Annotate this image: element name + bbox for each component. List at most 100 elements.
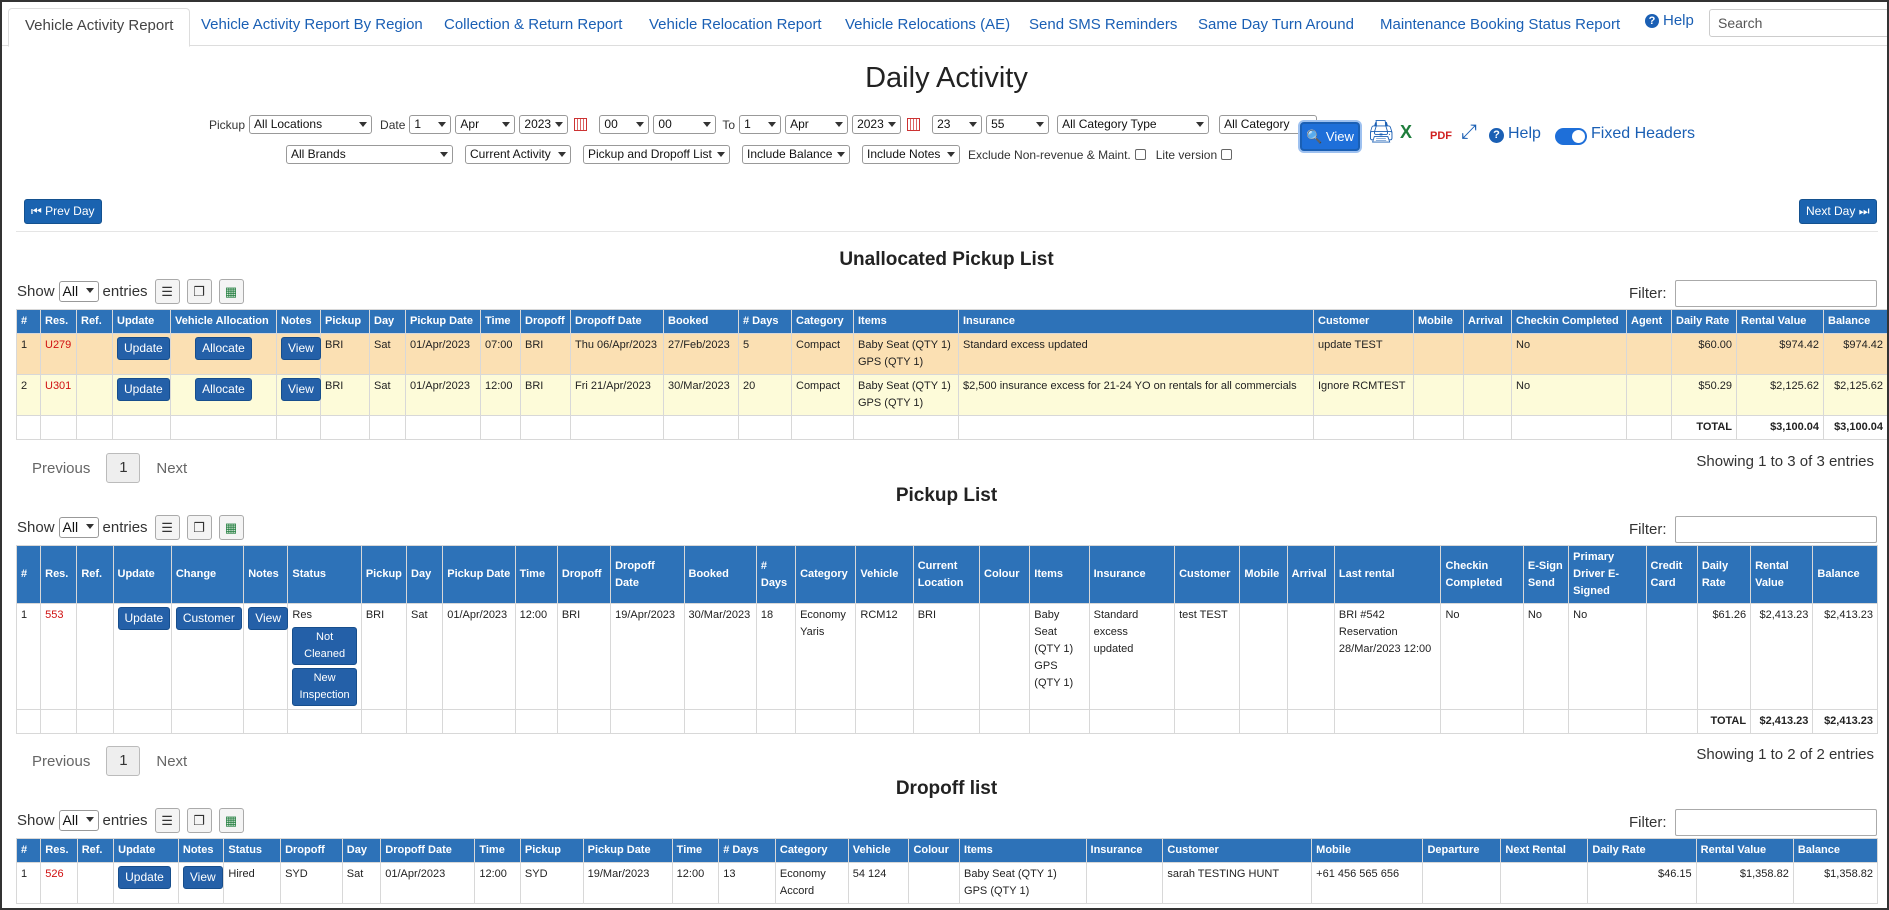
previous-button[interactable]: Previous [32, 753, 90, 770]
page-1-button[interactable]: 1 [106, 746, 141, 776]
update-button[interactable]: Update [117, 607, 171, 630]
column-header: Insurance [958, 309, 1314, 334]
not-cleaned-button[interactable]: Not Cleaned [292, 627, 357, 665]
column-header: Update [112, 545, 172, 604]
prev-day-button[interactable]: ⏮ Prev Day [24, 199, 102, 224]
column-list-icon[interactable]: ☰ [154, 515, 180, 540]
brands-select[interactable]: All Brands [286, 145, 453, 164]
show-label: Show [17, 283, 55, 300]
table-cell [1440, 709, 1524, 734]
table-cell [1333, 709, 1442, 734]
column-header: Ref. [76, 838, 115, 863]
exclude-nonrevenue-checkbox[interactable] [1134, 149, 1146, 160]
csv-icon[interactable]: ▦ [218, 515, 244, 540]
new-inspection-button[interactable]: New Inspection [292, 668, 357, 706]
csv-icon[interactable]: ▦ [218, 808, 244, 833]
allocate-button[interactable]: Allocate [195, 378, 252, 401]
table-cell [853, 415, 959, 440]
customer-button[interactable]: Customer [175, 607, 242, 630]
page-1-button[interactable]: 1 [106, 453, 141, 483]
cell-day: Sat [406, 603, 444, 710]
button-cell: Update [112, 603, 172, 710]
column-header: Arrival [1463, 309, 1512, 334]
filter-input[interactable] [1674, 809, 1877, 836]
include-notes-select[interactable]: Include Notes [862, 145, 960, 164]
tab-collection-return[interactable]: Collection & Return Report [428, 12, 638, 46]
calendar-icon[interactable] [574, 118, 588, 131]
pickup-location-select[interactable]: All Locations [249, 115, 373, 134]
filter-input[interactable] [1674, 516, 1877, 543]
date-label: Date [380, 117, 406, 132]
fixed-headers-toggle[interactable] [1555, 128, 1587, 145]
entries-select[interactable]: All [58, 517, 99, 538]
entries-select[interactable]: All [58, 810, 99, 831]
tab-maintenance-booking-status[interactable]: Maintenance Booking Status Report [1364, 12, 1636, 46]
tab-same-day-turn-around[interactable]: Same Day Turn Around [1182, 12, 1370, 46]
view-notes-button[interactable]: View [281, 378, 321, 401]
column-list-icon[interactable]: ☰ [154, 808, 180, 833]
tab-vehicle-activity-report[interactable]: Vehicle Activity Report [8, 8, 191, 47]
view-button[interactable]: 🔍 View [1300, 122, 1360, 151]
excel-icon[interactable]: X [1400, 118, 1412, 146]
column-header: # [16, 309, 41, 334]
activity-select[interactable]: Current Activity [465, 145, 571, 164]
update-button[interactable]: Update [117, 378, 170, 401]
tab-vehicle-relocations-ae[interactable]: Vehicle Relocations (AE) [829, 12, 1026, 46]
question-icon: ? [1489, 128, 1504, 143]
copy-icon[interactable]: ❐ [186, 515, 212, 540]
date-day-select[interactable]: 1 [409, 115, 452, 134]
help-link[interactable]: ? Help [1645, 12, 1694, 29]
ref-cell [76, 603, 114, 710]
to-minute-select[interactable]: 55 [986, 115, 1050, 134]
next-button[interactable]: Next [156, 460, 187, 477]
entries-select[interactable]: All [58, 281, 99, 302]
category-type-select[interactable]: All Category Type [1057, 115, 1210, 134]
skip-forward-icon: ⏭ [1858, 204, 1870, 218]
to-year-select[interactable]: 2023 [852, 115, 902, 134]
csv-icon[interactable]: ▦ [218, 279, 244, 304]
view-notes-button[interactable]: View [248, 607, 288, 630]
date-hour-select[interactable]: 00 [599, 115, 650, 134]
calendar-icon[interactable] [907, 118, 921, 131]
reservation-link: U301 [40, 374, 77, 416]
update-button[interactable]: Update [117, 337, 170, 360]
date-minute-select[interactable]: 00 [653, 115, 717, 134]
copy-icon[interactable]: ❐ [186, 279, 212, 304]
previous-button[interactable]: Previous [32, 460, 90, 477]
lite-version-checkbox[interactable] [1221, 149, 1233, 160]
tab-vehicle-relocation[interactable]: Vehicle Relocation Report [633, 12, 838, 46]
next-button[interactable]: Next [156, 753, 187, 770]
cell-days: 5 [738, 333, 792, 375]
to-month-select[interactable]: Apr [785, 115, 849, 134]
help-button[interactable]: ? Help [1489, 125, 1541, 143]
list-type-select[interactable]: Pickup and Dropoff List [583, 145, 730, 164]
tab-send-sms-reminders[interactable]: Send SMS Reminders [1013, 12, 1193, 46]
search-input[interactable]: Search [1709, 9, 1887, 37]
table-cell [755, 709, 797, 734]
print-icon[interactable]: 🖨 [1367, 118, 1395, 146]
column-header: Colour [979, 545, 1031, 604]
copy-icon[interactable]: ❐ [186, 808, 212, 833]
table-row: 2 U301 Update Allocate View BRI Sat 01/Apr/2023… [16, 374, 1887, 416]
fullscreen-icon[interactable]: ⤢ [1461, 118, 1477, 146]
filter-input[interactable] [1674, 280, 1877, 307]
column-header: Update [112, 309, 171, 334]
column-header: Dropoff Date [570, 309, 664, 334]
tab-vehicle-activity-by-region[interactable]: Vehicle Activity Report By Region [185, 12, 439, 46]
date-month-select[interactable]: Apr [455, 115, 516, 134]
cell-pickup: BRI [320, 333, 370, 375]
update-button[interactable]: Update [118, 866, 171, 889]
date-year-select[interactable]: 2023 [519, 115, 569, 134]
next-day-button[interactable]: Next Day ⏭ [1799, 199, 1877, 224]
column-header: Res. [40, 838, 78, 863]
to-day-select[interactable]: 1 [739, 115, 782, 134]
column-list-icon[interactable]: ☰ [154, 279, 180, 304]
table-cell [1413, 415, 1464, 440]
view-notes-button[interactable]: View [281, 337, 321, 360]
include-balance-select[interactable]: Include Balance [742, 145, 850, 164]
column-header: Day [341, 838, 382, 863]
allocate-button[interactable]: Allocate [195, 337, 252, 360]
pdf-icon[interactable]: PDF [1430, 122, 1452, 150]
view-notes-button[interactable]: View [182, 866, 223, 889]
to-hour-select[interactable]: 23 [932, 115, 983, 134]
